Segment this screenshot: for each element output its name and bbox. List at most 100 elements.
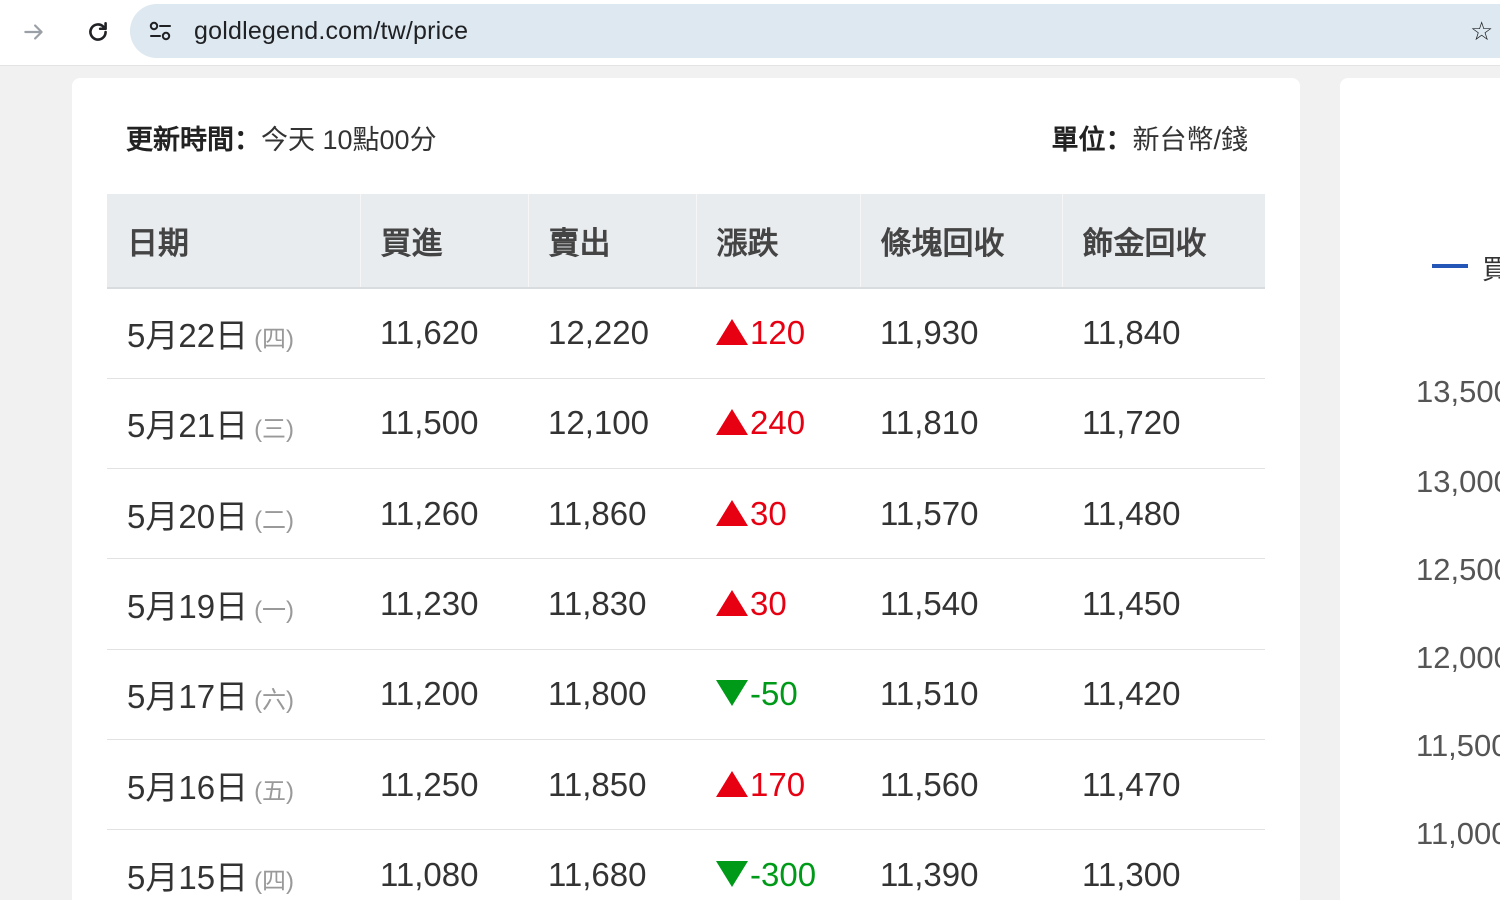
jewelry-recycle-cell: 11,300 [1062,829,1265,900]
triangle-down-icon [716,680,748,707]
table-header-row: 日期 買進 賣出 漲跌 條塊回收 飾金回收 [107,194,1265,289]
triangle-up-icon [716,319,748,346]
buy-price-cell: 11,200 [360,649,528,740]
change-value: 30 [750,494,787,532]
weekday-text: (一) [254,597,295,625]
date-cell: 5月20日 (二) [107,468,360,560]
weekday-text: (四) [254,867,295,895]
jewelry-recycle-cell: 11,720 [1062,378,1265,470]
date-text: 5月19日 [127,588,249,626]
date-cell: 5月15日 (四) [107,829,360,900]
change-cell: 30 [696,468,860,560]
change-value: 240 [750,404,806,442]
sell-price-cell: 11,860 [528,468,696,560]
sell-price-cell: 11,850 [528,739,696,831]
y-axis-tick: 11,000 [1416,816,1500,851]
change-value: 30 [750,585,787,623]
change-cell: 240 [696,378,860,470]
table-row: 5月17日 (六) 11,200 11,800 -50 11,510 11,420 [107,649,1265,740]
date-cell: 5月17日 (六) [107,649,360,740]
unit-value: 新台幣/錢 [1132,125,1248,155]
date-text: 5月20日 [127,497,249,535]
triangle-down-icon [716,860,748,887]
weekday-text: (四) [254,326,295,354]
update-time-value: 今天 10點00分 [261,125,437,155]
buy-price-cell: 11,250 [360,739,528,831]
triangle-up-icon [716,499,748,526]
sell-price-cell: 12,220 [528,288,696,379]
change-value: -50 [750,675,798,713]
reload-icon [89,22,107,41]
change-cell: -50 [696,649,860,740]
jewelry-recycle-cell: 11,840 [1062,288,1265,379]
y-axis-tick: 11,500 [1416,728,1500,763]
date-text: 5月16日 [127,768,249,806]
chart-legend-label: 買 [1482,255,1500,286]
bar-recycle-cell: 11,390 [860,829,1062,900]
bookmark-star-icon[interactable]: ☆ [1470,17,1493,47]
change-cell: 30 [696,558,860,650]
jewelry-recycle-cell: 11,480 [1062,468,1265,560]
col-header-jewelry-recycle: 飾金回收 [1062,194,1265,289]
sell-price-cell: 12,100 [528,378,696,470]
change-value: 120 [750,314,806,352]
change-cell: 120 [696,288,860,379]
table-row: 5月22日 (四) 11,620 12,220 120 11,930 11,840 [107,288,1265,379]
col-header-sell: 賣出 [528,194,697,289]
bar-recycle-cell: 11,570 [860,468,1062,560]
weekday-text: (六) [254,687,295,715]
site-settings-icon[interactable] [148,19,174,43]
update-time-label: 更新時間： [126,125,261,155]
buy-price-cell: 11,260 [360,468,528,560]
gold-price-table: 日期 買進 賣出 漲跌 條塊回收 飾金回收 5月22日 (四) 11,620 12,2… [107,194,1265,900]
triangle-up-icon [716,770,748,797]
table-row: 5月15日 (四) 11,080 11,680 -300 11,390 11,300 [107,829,1265,900]
address-bar[interactable]: goldlegend.com/tw/price ☆ [130,4,1500,58]
unit-info: 單位：新台幣/錢 [1051,118,1248,157]
col-header-change: 漲跌 [696,194,861,289]
price-chart-card: 買 13,500 13,000 12,500 12,000 11,500 11,… [1340,78,1500,900]
buy-price-cell: 11,080 [360,829,528,900]
price-card: 更新時間：今天 10點00分 單位：新台幣/錢 日期 買進 賣出 漲跌 條塊回收… [72,78,1300,900]
arrow-right-icon [24,24,43,40]
col-header-bar-recycle: 條塊回收 [860,194,1063,289]
y-axis-tick: 13,500 [1416,374,1500,409]
sell-price-cell: 11,830 [528,558,696,650]
date-text: 5月17日 [127,678,249,716]
weekday-text: (三) [254,416,295,444]
change-cell: -300 [696,829,860,900]
y-axis-tick: 13,000 [1416,464,1500,499]
buy-price-cell: 11,620 [360,288,528,379]
date-text: 5月21日 [127,407,249,445]
reload-button[interactable] [78,12,118,52]
forward-button[interactable] [14,12,54,52]
date-cell: 5月19日 (一) [107,558,360,650]
bar-recycle-cell: 11,540 [860,558,1062,650]
unit-label: 單位： [1051,125,1133,155]
url-text[interactable]: goldlegend.com/tw/price [194,17,468,46]
date-cell: 5月16日 (五) [107,739,360,831]
buy-price-cell: 11,230 [360,558,528,650]
date-text: 5月22日 [127,317,249,355]
y-axis-tick: 12,500 [1416,552,1500,587]
col-header-date: 日期 [107,194,361,289]
table-row: 5月21日 (三) 11,500 12,100 240 11,810 11,720 [107,378,1265,470]
bar-recycle-cell: 11,810 [860,378,1062,470]
table-row: 5月20日 (二) 11,260 11,860 30 11,570 11,480 [107,468,1265,560]
browser-toolbar: goldlegend.com/tw/price ☆ [0,0,1500,66]
buy-price-cell: 11,500 [360,378,528,470]
update-time: 更新時間：今天 10點00分 [126,118,437,157]
weekday-text: (二) [254,506,295,534]
date-cell: 5月21日 (三) [107,378,360,470]
bar-recycle-cell: 11,560 [860,739,1062,831]
legend-line-swatch [1432,264,1468,268]
triangle-up-icon [716,409,748,436]
change-cell: 170 [696,739,860,831]
triangle-up-icon [716,590,748,617]
sell-price-cell: 11,680 [528,829,696,900]
change-value: -300 [750,855,817,893]
sell-price-cell: 11,800 [528,649,696,740]
date-cell: 5月22日 (四) [107,288,360,379]
table-row: 5月19日 (一) 11,230 11,830 30 11,540 11,450 [107,558,1265,650]
weekday-text: (五) [254,777,295,805]
